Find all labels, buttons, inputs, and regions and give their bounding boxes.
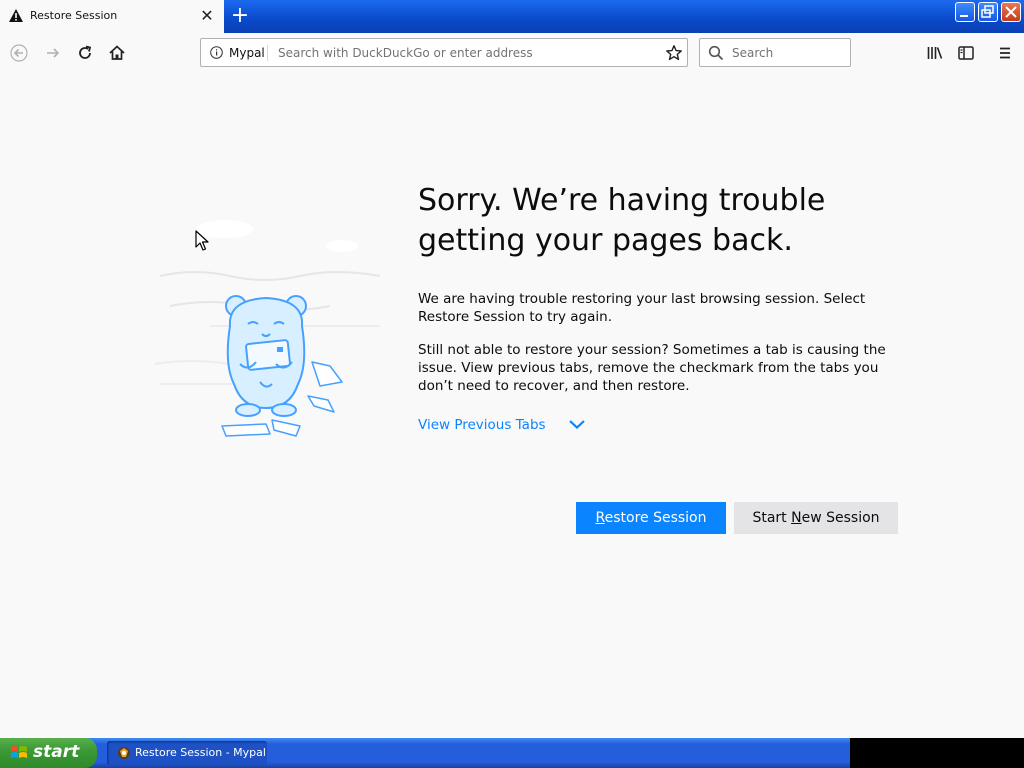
- bookmark-star-icon[interactable]: [665, 44, 683, 62]
- minimize-button[interactable]: [955, 2, 975, 22]
- intro-paragraph: We are having trouble restoring your las…: [418, 291, 866, 325]
- window-titlebar: Restore Session ✕ +: [0, 0, 1024, 33]
- site-identity-label: Mypal: [229, 46, 265, 60]
- view-previous-tabs-link[interactable]: View Previous Tabs: [418, 417, 546, 433]
- new-session-label-post: ew Session: [801, 510, 880, 526]
- search-bar[interactable]: Search: [699, 38, 851, 67]
- restore-session-access-key: R: [595, 510, 605, 526]
- start-label: start: [33, 742, 80, 762]
- address-bar[interactable]: Mypal Search with DuckDuckGo or enter ad…: [200, 38, 688, 67]
- forward-button[interactable]: [40, 40, 66, 66]
- home-button[interactable]: [104, 40, 130, 66]
- navigation-toolbar: Mypal Search with DuckDuckGo or enter ad…: [0, 33, 1024, 75]
- mouse-cursor-icon: [195, 230, 209, 251]
- start-button[interactable]: start: [0, 738, 97, 768]
- sad-bear-illustration: [154, 220, 381, 437]
- new-session-access-key: N: [791, 510, 802, 526]
- new-tab-icon[interactable]: +: [228, 4, 252, 28]
- address-separator: [267, 45, 268, 61]
- warning-icon: [9, 9, 23, 22]
- home-icon: [109, 45, 125, 60]
- system-tray: [850, 738, 1024, 768]
- close-window-button[interactable]: [1001, 2, 1021, 22]
- tab-close-icon[interactable]: ✕: [198, 6, 216, 26]
- search-input[interactable]: Search: [732, 46, 773, 60]
- site-info-icon[interactable]: [210, 46, 223, 59]
- reload-button[interactable]: [72, 40, 98, 66]
- forward-arrow-icon: [47, 48, 60, 58]
- restore-window-button[interactable]: [978, 2, 998, 22]
- taskbar-item-label: Restore Session - Mypal: [135, 746, 266, 759]
- menu-button[interactable]: [992, 40, 1018, 66]
- taskbar-item-restore-session[interactable]: Restore Session - Mypal: [107, 741, 267, 765]
- start-new-session-button[interactable]: Start New Session: [734, 502, 898, 534]
- back-button[interactable]: [6, 40, 32, 66]
- library-button[interactable]: [922, 40, 948, 66]
- address-input[interactable]: Search with DuckDuckGo or enter address: [278, 46, 533, 60]
- reload-icon: [79, 45, 92, 59]
- new-session-label-pre: Start: [752, 510, 792, 526]
- tab-restore-session[interactable]: Restore Session ✕: [0, 0, 224, 33]
- page-title: Sorry. We’re having trouble getting your…: [418, 183, 826, 258]
- page-content: Sorry. We’re having trouble getting your…: [0, 74, 1024, 738]
- sidebar-toggle-button[interactable]: [953, 40, 979, 66]
- search-icon: [708, 45, 724, 61]
- restore-session-label-post: estore Session: [604, 510, 707, 526]
- restore-session-button[interactable]: Restore Session: [576, 502, 726, 534]
- help-paragraph: Still not able to restore your session? …: [418, 342, 886, 394]
- hamburger-menu-icon: [1000, 47, 1010, 59]
- sidebar-icon: [958, 46, 974, 60]
- tab-title: Restore Session: [30, 9, 118, 22]
- windows-flag-icon: [11, 746, 27, 758]
- taskbar: start Restore Session - Mypal: [0, 738, 1024, 768]
- back-arrow-icon: [10, 44, 28, 62]
- browser-app-icon: [118, 747, 130, 759]
- chevron-down-icon[interactable]: [568, 418, 586, 430]
- library-icon: [927, 47, 943, 59]
